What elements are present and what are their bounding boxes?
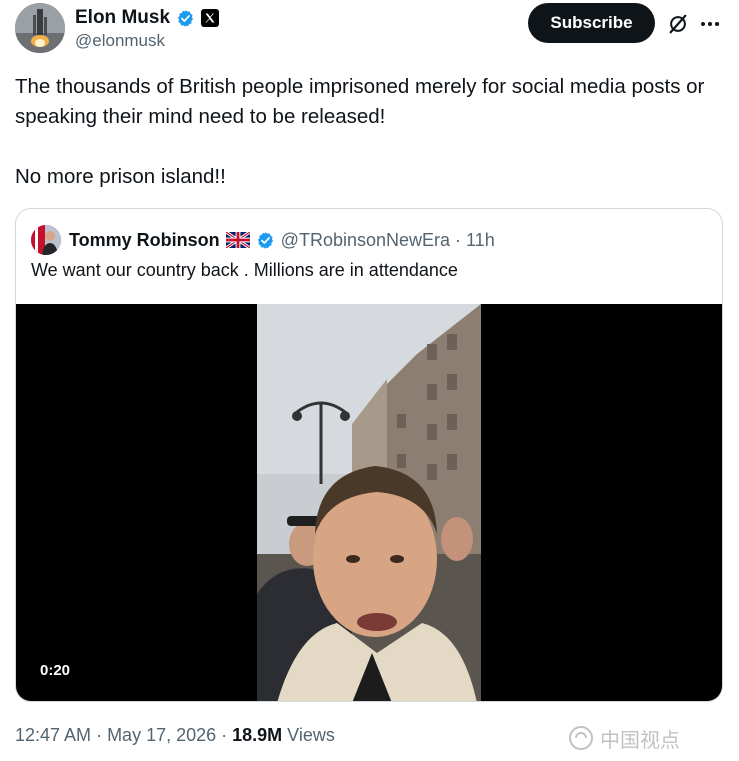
quoted-post-header: Tommy Robinson @TRobinsonNewEra · 11h: [31, 225, 495, 255]
author-name-row: Elon Musk: [75, 6, 220, 30]
watermark-text: 中国视点: [600, 727, 680, 752]
x-logo-icon: [201, 9, 220, 27]
video-thumbnail[interactable]: [257, 304, 481, 701]
post-time[interactable]: 12:47 AM: [15, 725, 91, 746]
meta-separator: ·: [96, 725, 103, 745]
post-paragraph-1: The thousands of British people imprison…: [15, 75, 705, 128]
more-icon[interactable]: [699, 13, 721, 35]
author-avatar[interactable]: [15, 3, 65, 53]
video-player[interactable]: 0:20: [16, 304, 722, 701]
video-duration-badge: 0:20: [32, 659, 79, 682]
author-display-name[interactable]: Elon Musk: [75, 7, 170, 29]
watermark: 中国视点: [568, 722, 732, 754]
post-date[interactable]: May 17, 2026: [107, 725, 216, 746]
grok-icon[interactable]: [667, 13, 689, 35]
post-metadata: 12:47 AM · May 17, 2026 · 18.9M Views: [15, 725, 335, 746]
quoted-post-card[interactable]: Tommy Robinson @TRobinsonNewEra · 11h We…: [15, 208, 723, 702]
views-count[interactable]: 18.9M: [232, 725, 282, 746]
post-header: Elon Musk @elonmusk Subscribe: [15, 3, 727, 55]
author-handle[interactable]: @elonmusk: [75, 31, 165, 51]
quoted-verified-badge-icon: [256, 231, 275, 250]
uk-flag-icon: [224, 230, 251, 250]
watermark-logo-icon: [569, 726, 593, 750]
quoted-author-handle-time[interactable]: @TRobinsonNewEra · 11h: [281, 230, 495, 251]
quoted-author-avatar[interactable]: [31, 225, 61, 255]
quoted-author-name[interactable]: Tommy Robinson: [69, 230, 220, 251]
subscribe-button[interactable]: Subscribe: [528, 3, 655, 43]
views-label: Views: [287, 725, 335, 745]
post-body: The thousands of British people imprison…: [15, 72, 715, 192]
post-paragraph-2: No more prison island!!: [15, 165, 226, 188]
quoted-post-text: We want our country back . Millions are …: [31, 260, 458, 280]
verified-badge-icon: [176, 9, 195, 28]
meta-separator-2: ·: [221, 725, 228, 745]
